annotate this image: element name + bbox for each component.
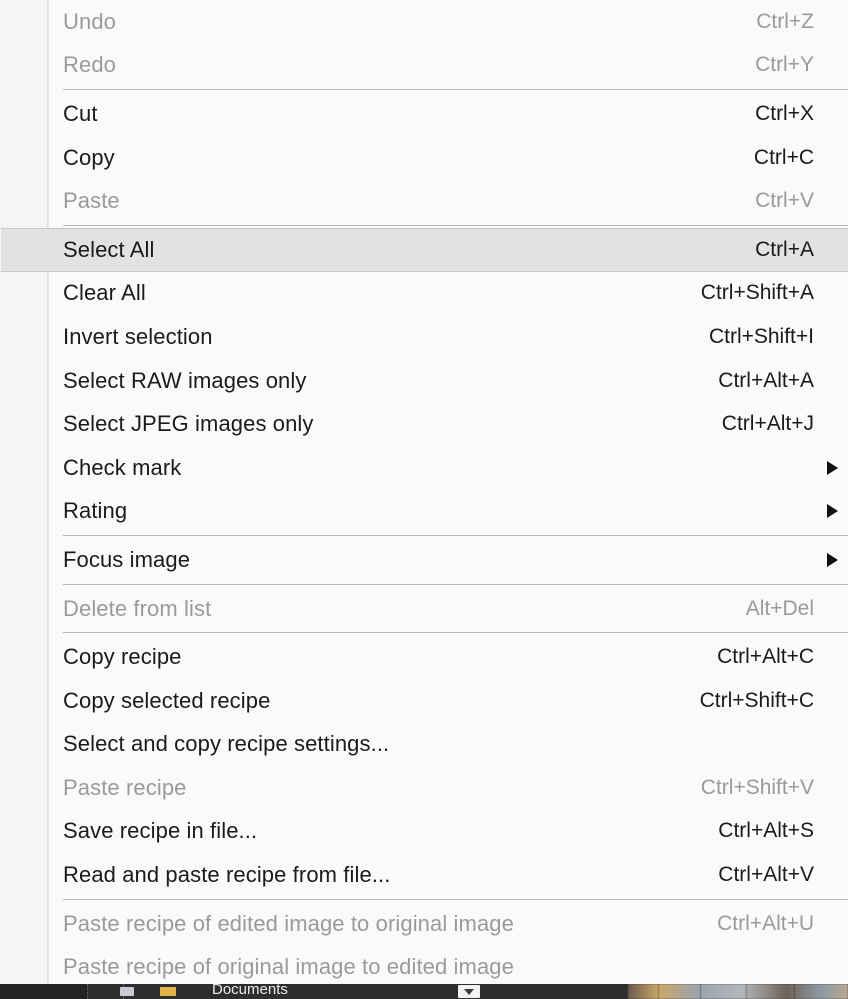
menu-separator: [63, 535, 848, 537]
submenu-chevron-right-icon: [827, 460, 838, 475]
taskbar[interactable]: Documents: [0, 984, 848, 999]
submenu-chevron-right-icon: [827, 504, 838, 519]
menu-item-label: Check mark: [63, 454, 182, 480]
menu-item-shortcut: Ctrl+Shift+A: [700, 281, 814, 305]
menu-item-shortcut: Ctrl+Alt+A: [718, 368, 814, 392]
menu-item-label: Clear All: [63, 280, 146, 306]
menu-item-label: Select JPEG images only: [63, 411, 314, 437]
menu-item-label: Cut: [63, 100, 98, 126]
edit-context-menu: Undo Ctrl+Z Redo Ctrl+Y Cut Ctrl+X Copy Ctrl+C P…: [1, 0, 848, 984]
menu-item-shortcut: Ctrl+Alt+J: [721, 412, 814, 436]
menu-item-label: Redo: [63, 52, 116, 78]
menu-item-select-raw-images-only[interactable]: Select RAW images only Ctrl+Alt+A: [49, 359, 848, 403]
folder-icon[interactable]: [160, 987, 176, 996]
taskbar-segment-1[interactable]: [0, 984, 88, 999]
menu-item-clear-all[interactable]: Clear All Ctrl+Shift+A: [49, 272, 848, 316]
menu-separator: [63, 89, 848, 91]
menu-item-shortcut: Ctrl+V: [755, 189, 814, 213]
menu-item-label: Focus image: [63, 546, 191, 572]
menu-item-redo: Redo Ctrl+Y: [49, 44, 848, 88]
menu-item-invert-selection[interactable]: Invert selection Ctrl+Shift+I: [49, 315, 848, 359]
menu-item-save-recipe-in-file[interactable]: Save recipe in file... Ctrl+Alt+S: [49, 810, 848, 854]
menu-item-copy[interactable]: Copy Ctrl+C: [49, 136, 848, 180]
menu-item-label: Copy recipe: [63, 644, 182, 670]
menu-item-shortcut: Ctrl+Z: [756, 9, 814, 33]
menu-item-shortcut: Ctrl+Shift+V: [700, 775, 814, 799]
menu-item-label: Copy: [63, 144, 115, 170]
menu-item-cut[interactable]: Cut Ctrl+X: [49, 92, 848, 136]
image-thumbnail-strip[interactable]: [628, 984, 848, 999]
taskbar-segment-2[interactable]: [88, 984, 124, 999]
menu-item-shortcut: Ctrl+Alt+V: [718, 863, 814, 887]
menu-item-shortcut: Ctrl+Alt+S: [718, 819, 814, 843]
menu-item-label: Paste recipe of edited image to original…: [63, 910, 514, 936]
menu-item-shortcut: Alt+Del: [745, 596, 814, 620]
submenu-chevron-right-icon: [827, 552, 838, 567]
menu-item-focus-image[interactable]: Focus image: [49, 538, 848, 582]
menu-item-label: Save recipe in file...: [63, 818, 258, 844]
menu-item-shortcut: Ctrl+X: [755, 101, 814, 125]
menu-item-check-mark[interactable]: Check mark: [49, 446, 848, 490]
download-arrow-icon[interactable]: [458, 985, 480, 998]
menu-item-select-all[interactable]: Select All Ctrl+A: [1, 227, 848, 272]
menu-item-paste: Paste Ctrl+V: [49, 179, 848, 223]
menu-item-label: Paste recipe: [63, 774, 187, 800]
window-thumb-icon[interactable]: [120, 987, 134, 996]
taskbar-documents-label: Documents: [212, 984, 288, 998]
menu-item-select-jpeg-images-only[interactable]: Select JPEG images only Ctrl+Alt+J: [49, 402, 848, 446]
menu-item-copy-selected-recipe[interactable]: Copy selected recipe Ctrl+Shift+C: [49, 679, 848, 723]
menu-item-label: Delete from list: [63, 595, 212, 621]
menu-item-rating[interactable]: Rating: [49, 490, 848, 534]
menu-item-copy-recipe[interactable]: Copy recipe Ctrl+Alt+C: [49, 635, 848, 679]
application-background-left-strip: [0, 0, 48, 984]
menu-separator: [63, 898, 848, 900]
menu-item-shortcut: Ctrl+Shift+I: [708, 324, 814, 348]
menu-item-label: Paste recipe of original image to edited…: [63, 954, 514, 980]
menu-item-label: Rating: [63, 498, 128, 524]
menu-item-select-and-copy-recipe-settings[interactable]: Select and copy recipe settings...: [49, 723, 848, 767]
menu-item-delete-from-list: Delete from list Alt+Del: [49, 587, 848, 631]
menu-item-read-and-paste-recipe-from-file[interactable]: Read and paste recipe from file... Ctrl+A…: [49, 853, 848, 897]
menu-item-paste-recipe: Paste recipe Ctrl+Shift+V: [49, 766, 848, 810]
menu-item-label: Invert selection: [63, 323, 213, 349]
menu-item-undo: Undo Ctrl+Z: [49, 0, 848, 44]
menu-item-shortcut: Ctrl+C: [753, 145, 814, 169]
screen: Undo Ctrl+Z Redo Ctrl+Y Cut Ctrl+X Copy Ctrl+C P…: [0, 0, 848, 999]
menu-item-label: Select RAW images only: [63, 367, 307, 393]
menu-separator: [63, 224, 848, 226]
menu-item-label: Read and paste recipe from file...: [63, 862, 391, 888]
menu-separator: [63, 583, 848, 585]
menu-separator: [63, 632, 848, 634]
menu-item-shortcut: Ctrl+Alt+C: [717, 645, 814, 669]
menu-item-label: Select and copy recipe settings...: [63, 731, 390, 757]
menu-item-shortcut: Ctrl+Alt+U: [717, 911, 814, 935]
menu-item-shortcut: Ctrl+Shift+C: [699, 688, 814, 712]
menu-item-label: Select All: [63, 236, 155, 262]
menu-item-label: Undo: [63, 8, 116, 34]
menu-item-paste-recipe-of-edited-image-to-original-image: Paste recipe of edited image to original…: [49, 902, 848, 946]
menu-item-shortcut: Ctrl+Y: [755, 53, 814, 77]
menu-item-label: Copy selected recipe: [63, 687, 271, 713]
menu-item-shortcut: Ctrl+A: [755, 237, 814, 261]
menu-item-label: Paste: [63, 188, 120, 214]
menu-item-paste-recipe-of-original-image-to-edited-image: Paste recipe of original image to edited…: [49, 945, 848, 989]
